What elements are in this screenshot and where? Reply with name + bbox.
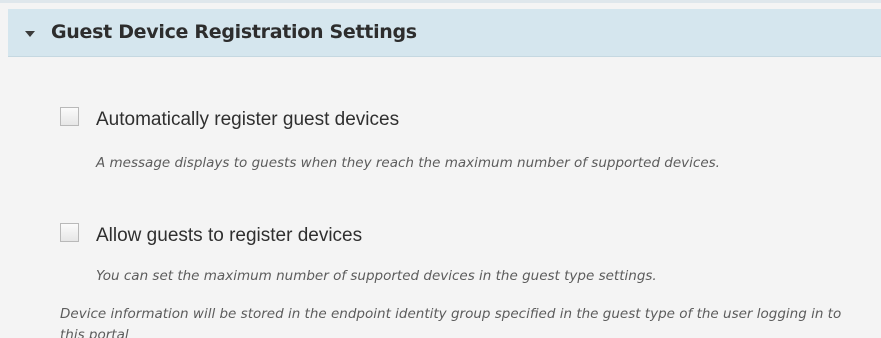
allow-register-label[interactable]: Allow guests to register devices [96,225,362,247]
section-header[interactable]: Guest Device Registration Settings [8,9,881,57]
auto-register-checkbox[interactable] [60,107,79,126]
allow-register-checkbox[interactable] [60,223,79,242]
auto-register-help: A message displays to guests when they r… [96,155,720,171]
section-title: Guest Device Registration Settings [51,21,417,43]
allow-register-help: You can set the maximum number of suppor… [96,268,657,284]
auto-register-label[interactable]: Automatically register guest devices [96,109,399,131]
caret-down-icon[interactable] [25,31,35,37]
settings-panel: Guest Device Registration Settings Autom… [0,0,881,338]
footer-note: Device information will be stored in the… [60,306,842,338]
